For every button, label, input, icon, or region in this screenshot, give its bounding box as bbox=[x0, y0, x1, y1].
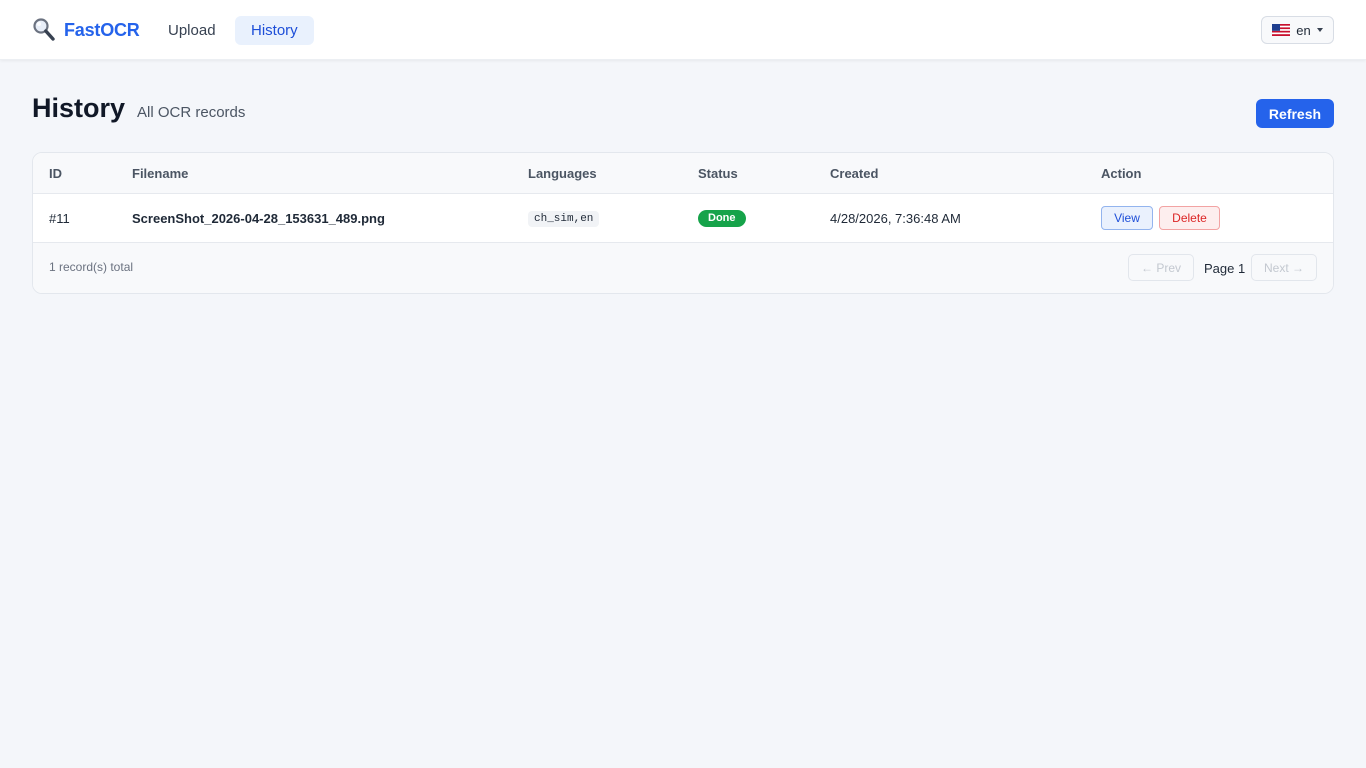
column-header-languages: Languages bbox=[528, 166, 597, 181]
record-count: 1 record(s) total bbox=[49, 260, 134, 274]
next-page-button[interactable]: Next → bbox=[1251, 254, 1317, 281]
us-flag-icon bbox=[1272, 24, 1291, 36]
nav-upload[interactable]: Upload bbox=[152, 16, 232, 45]
column-header-id: ID bbox=[49, 166, 62, 181]
column-header-action: Action bbox=[1101, 166, 1142, 181]
page-indicator: Page 1 bbox=[1204, 261, 1246, 276]
page-header: History All OCR records bbox=[32, 93, 245, 124]
magnifier-icon bbox=[33, 18, 55, 41]
table-row: #11 ScreenShot_2026-04-28_153631_489.png… bbox=[33, 194, 1333, 243]
page-subtitle: All OCR records bbox=[137, 104, 246, 121]
record-id: #11 bbox=[49, 211, 70, 226]
status-badge: Done bbox=[698, 210, 746, 227]
view-button[interactable]: View bbox=[1101, 206, 1153, 230]
column-header-status: Status bbox=[698, 166, 738, 181]
caret-down-icon bbox=[1316, 28, 1323, 32]
refresh-button[interactable]: Refresh bbox=[1256, 99, 1334, 128]
column-header-filename: Filename bbox=[132, 166, 189, 181]
brand-link[interactable]: FastOCR bbox=[32, 17, 140, 43]
language-selector[interactable]: en bbox=[1261, 16, 1334, 44]
record-filename: ScreenShot_2026-04-28_153631_489.png bbox=[132, 211, 385, 226]
page-title: History bbox=[32, 93, 126, 123]
nav-history[interactable]: History bbox=[235, 16, 314, 45]
prev-page-button[interactable]: ← Prev bbox=[1128, 254, 1194, 281]
table-footer: 1 record(s) total ← Prev Page 1 Next → bbox=[33, 243, 1333, 293]
record-created: 4/28/2026, 7:36:48 AM bbox=[830, 211, 961, 226]
column-header-created: Created bbox=[830, 166, 879, 181]
language-label: en bbox=[1296, 22, 1311, 38]
delete-button[interactable]: Delete bbox=[1159, 206, 1220, 230]
history-table: ID Filename Languages Status Created Act… bbox=[32, 152, 1334, 294]
record-languages: ch_sim,en bbox=[528, 211, 600, 227]
top-navbar: FastOCR Upload History en bbox=[0, 0, 1366, 60]
table-header: ID Filename Languages Status Created Act… bbox=[33, 153, 1333, 194]
brand-name: FastOCR bbox=[64, 19, 140, 40]
